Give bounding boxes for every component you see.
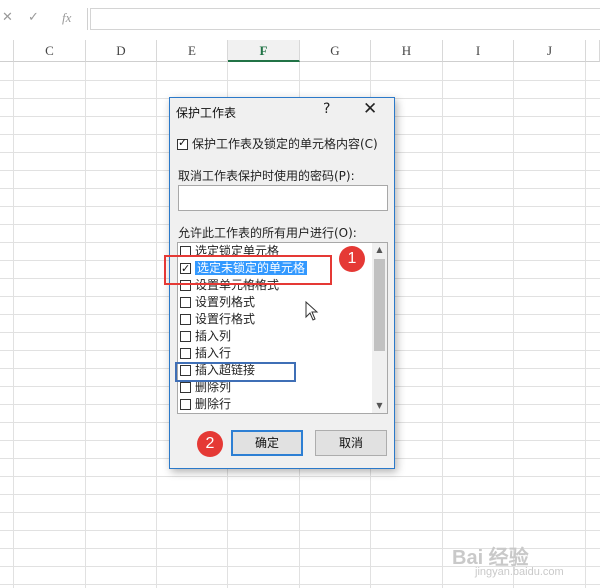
- protect-sheet-label: 保护工作表及锁定的单元格内容(C): [192, 137, 378, 151]
- row-gridline: [0, 584, 600, 585]
- protect-sheet-checkbox[interactable]: [177, 136, 188, 150]
- mouse-pointer-icon: [305, 301, 319, 321]
- insert-function-icon[interactable]: fx: [62, 10, 71, 26]
- permission-insert-columns[interactable]: 插入列: [180, 328, 231, 345]
- permission-label: 设置行格式: [195, 312, 256, 326]
- scroll-up-icon[interactable]: ▲: [372, 243, 387, 257]
- formula-bar: ✕ ✓ fx: [0, 0, 600, 40]
- column-gridline: [585, 62, 586, 588]
- scroll-thumb[interactable]: [374, 259, 385, 351]
- permission-label: 删除列: [195, 380, 232, 394]
- column-header-h[interactable]: H: [371, 40, 443, 62]
- cancel-button[interactable]: 取消: [315, 430, 387, 456]
- row-gridline: [0, 476, 600, 477]
- permission-checkbox[interactable]: [180, 348, 191, 359]
- formula-bar-divider: [87, 8, 88, 30]
- permission-checkbox[interactable]: [180, 399, 191, 410]
- column-gridline: [513, 62, 514, 588]
- column-gridline: [156, 62, 157, 588]
- enter-icon[interactable]: ✓: [28, 10, 39, 25]
- list-scrollbar[interactable]: ▲ ▼: [372, 243, 387, 413]
- formula-input[interactable]: [90, 8, 600, 30]
- column-header-k-partial[interactable]: [586, 40, 600, 62]
- watermark-subtitle: jingyan.baidu.com: [475, 566, 564, 578]
- column-gridline: [442, 62, 443, 588]
- close-button[interactable]: ✕: [363, 99, 377, 119]
- column-header-g[interactable]: G: [300, 40, 371, 62]
- step-badge-1: 1: [339, 246, 365, 272]
- permission-delete-rows[interactable]: 删除行: [180, 396, 231, 413]
- highlight-box-insert-hyperlinks: [175, 362, 296, 382]
- permission-label: 插入列: [195, 329, 232, 343]
- permission-checkbox[interactable]: [180, 314, 191, 325]
- cancel-icon[interactable]: ✕: [2, 10, 13, 25]
- step-badge-2: 2: [197, 431, 223, 457]
- highlight-box-unlocked-cells: [164, 255, 332, 285]
- column-header-b-partial[interactable]: [0, 40, 14, 62]
- permission-checkbox[interactable]: [180, 297, 191, 308]
- column-header-c[interactable]: C: [14, 40, 86, 62]
- permission-insert-rows[interactable]: 插入行: [180, 345, 231, 362]
- row-gridline: [0, 530, 600, 531]
- allow-users-label: 允许此工作表的所有用户进行(O):: [178, 226, 357, 240]
- dialog-title: 保护工作表: [176, 106, 237, 120]
- column-header-i[interactable]: I: [443, 40, 514, 62]
- column-header-d[interactable]: D: [86, 40, 157, 62]
- permission-checkbox[interactable]: [180, 331, 191, 342]
- permission-format-columns[interactable]: 设置列格式: [180, 294, 255, 311]
- column-header-e[interactable]: E: [157, 40, 228, 62]
- password-label: 取消工作表保护时使用的密码(P):: [178, 169, 355, 183]
- column-header-f[interactable]: F: [228, 40, 300, 62]
- column-gridline: [13, 62, 14, 588]
- column-header-j[interactable]: J: [514, 40, 586, 62]
- row-gridline: [0, 494, 600, 495]
- row-gridline: [0, 512, 600, 513]
- row-gridline: [0, 80, 600, 81]
- permission-label: 设置列格式: [195, 295, 256, 309]
- permission-format-rows[interactable]: 设置行格式: [180, 311, 255, 328]
- password-input[interactable]: [178, 185, 388, 211]
- column-gridline: [85, 62, 86, 588]
- permission-checkbox[interactable]: [180, 382, 191, 393]
- scroll-down-icon[interactable]: ▼: [372, 399, 387, 413]
- protect-sheet-option[interactable]: 保护工作表及锁定的单元格内容(C): [177, 135, 378, 152]
- permission-label: 删除行: [195, 397, 232, 411]
- ok-button[interactable]: 确定: [231, 430, 303, 456]
- help-button[interactable]: ?: [323, 101, 330, 117]
- permission-label: 插入行: [195, 346, 232, 360]
